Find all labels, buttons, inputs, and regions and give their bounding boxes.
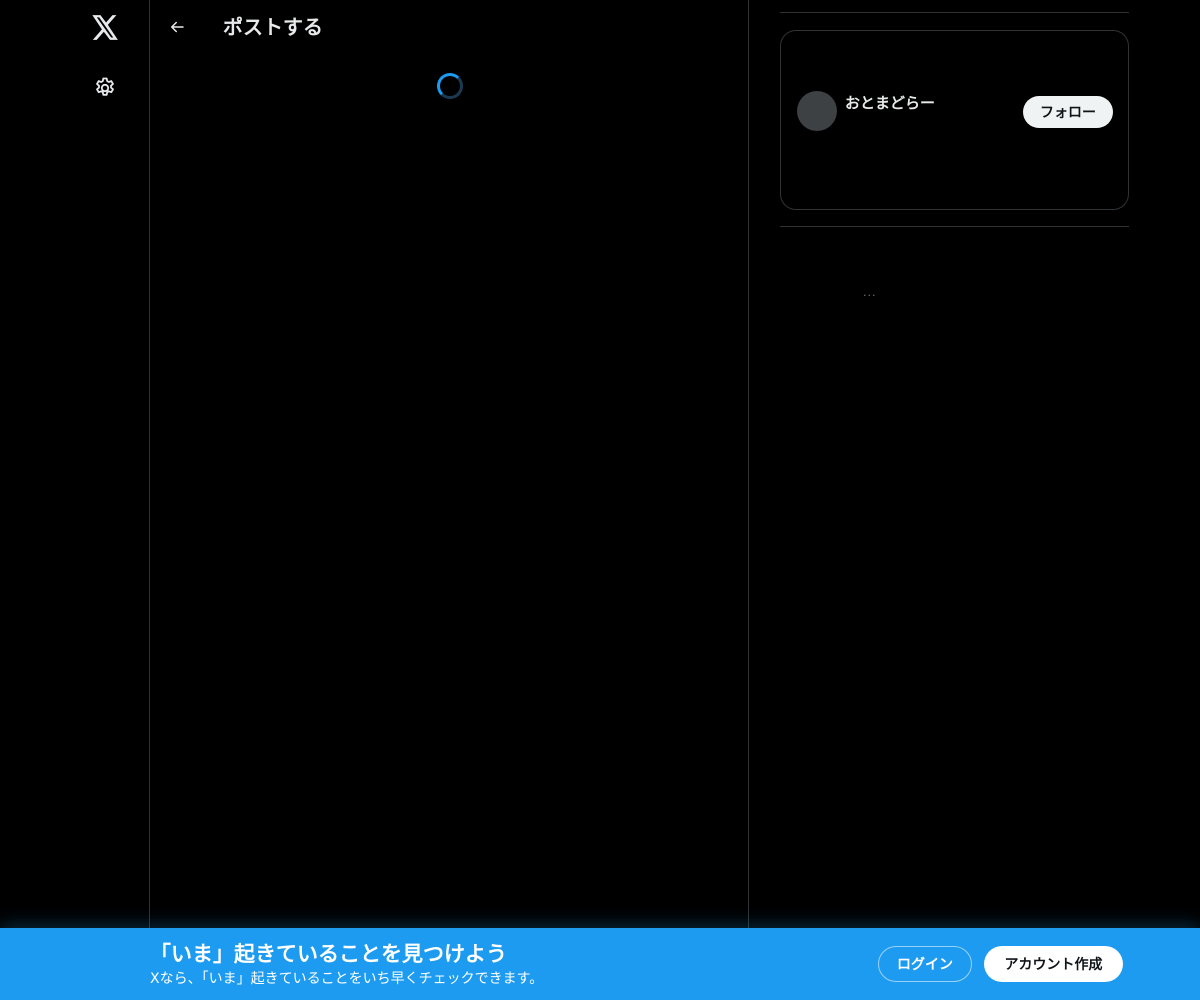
follow-button[interactable]: フォロー <box>1023 96 1113 128</box>
x-logo-icon[interactable] <box>90 12 120 42</box>
sidebar-divider <box>780 12 1129 13</box>
sidebar-divider <box>780 226 1129 227</box>
avatar[interactable] <box>797 91 837 131</box>
gear-icon[interactable] <box>92 75 118 101</box>
left-navigation <box>0 0 150 1000</box>
more-ellipsis-icon[interactable]: ... <box>863 286 877 299</box>
login-button[interactable]: ログイン <box>878 946 972 982</box>
arrow-left-icon <box>171 21 184 33</box>
banner-title: 「いま」起きていることを見つけよう <box>150 942 507 966</box>
app-root: ポストする おとまどらー フォロー ... 「いま」起きていることを見つけよう … <box>0 0 1200 1000</box>
right-sidebar: おとまどらー フォロー ... <box>780 0 1129 928</box>
login-banner: 「いま」起きていることを見つけよう Xなら、「いま」起きていることをいち早くチェ… <box>0 928 1200 1000</box>
profile-name[interactable]: おとまどらー <box>845 92 935 113</box>
page-title: ポストする <box>223 15 323 39</box>
loading-spinner-icon <box>437 73 463 99</box>
banner-subtitle: Xなら、「いま」起きていることをいち早くチェックできます。 <box>150 971 544 987</box>
back-button[interactable] <box>164 14 190 40</box>
main-column: ポストする <box>149 0 749 928</box>
main-header: ポストする <box>150 0 748 54</box>
profile-card: おとまどらー フォロー <box>780 30 1129 210</box>
signup-button[interactable]: アカウント作成 <box>984 946 1123 982</box>
